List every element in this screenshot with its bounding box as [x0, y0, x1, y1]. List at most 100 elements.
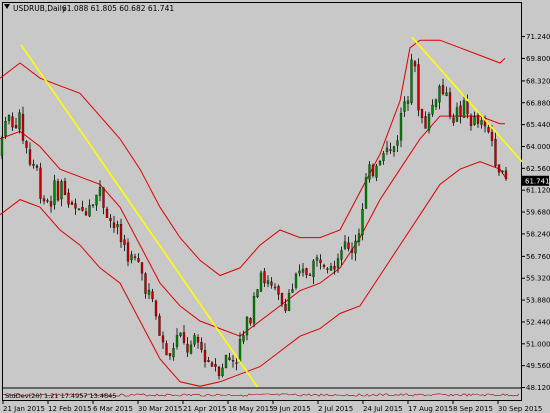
candle-body [494, 139, 497, 167]
candle-body [182, 332, 186, 343]
candle-body [406, 100, 410, 104]
candle-body [424, 116, 427, 129]
candle-body [63, 180, 67, 195]
candle-body [252, 296, 256, 324]
candle-body [144, 273, 147, 294]
x-tick-label: 8 Sep 2015 [453, 405, 493, 413]
candle-body [487, 127, 490, 133]
x-tick-label: 18 May 2015 [228, 405, 274, 413]
candle-body [396, 140, 399, 146]
candle-body [235, 362, 238, 364]
candle-body [210, 362, 214, 367]
candle-body [172, 348, 175, 358]
candle-body [4, 121, 7, 137]
candle-body [361, 209, 364, 235]
candle-body [413, 61, 417, 67]
candle-body [375, 165, 378, 178]
candle-body [116, 224, 119, 228]
candle-body [123, 239, 126, 245]
candle-body [287, 293, 291, 312]
candle-body [217, 366, 221, 377]
candle-body [84, 211, 88, 216]
candle-body [476, 115, 480, 124]
candle-body [60, 181, 63, 200]
candle-body [329, 266, 333, 271]
candle-body [399, 113, 403, 141]
candle-body [168, 353, 172, 356]
candle-body [445, 92, 448, 96]
candle-body [179, 332, 182, 336]
candle-body [98, 187, 102, 196]
candle-body [455, 107, 459, 122]
candle-body [77, 208, 81, 210]
candle-body [469, 115, 473, 127]
candle-body [53, 180, 56, 205]
candle-body [186, 343, 189, 353]
candle-body [203, 350, 207, 363]
y-tick-label: 64.000 [526, 143, 550, 151]
y-tick-label: 71.240 [526, 33, 550, 41]
y-tick-label: 62.560 [526, 165, 550, 173]
candle-body [452, 117, 455, 123]
candle-body [466, 101, 469, 115]
x-tick-label: 30 Mar 2015 [138, 405, 182, 413]
candle-body [368, 164, 371, 180]
candle-body [431, 104, 434, 115]
y-tick-label: 48.120 [526, 384, 550, 392]
candle-body [427, 114, 431, 131]
candle-body [350, 249, 354, 253]
candle-body [354, 240, 357, 254]
candle-body [119, 224, 123, 243]
y-tick-label: 59.680 [526, 209, 550, 217]
candle-body [270, 281, 273, 286]
candle-body [266, 280, 270, 284]
candle-body [385, 147, 389, 153]
candle-body [165, 343, 168, 356]
y-tick-label: 58.240 [526, 230, 550, 238]
candle-body [81, 207, 84, 211]
candle-body [371, 165, 375, 177]
candle-body [347, 242, 350, 249]
candle-body [130, 254, 133, 261]
candle-body [147, 289, 151, 295]
y-tick-label: 56.760 [526, 253, 550, 261]
candle-body [88, 205, 91, 217]
candle-body [196, 337, 200, 343]
candle-body [56, 181, 60, 201]
candle-body [11, 116, 14, 128]
y-tick-label: 68.320 [526, 77, 550, 85]
candle-body [459, 105, 462, 117]
candle-body [294, 273, 298, 288]
candle-body [448, 92, 452, 117]
x-tick-label: 24 Jul 2015 [363, 405, 403, 413]
candle-body [256, 289, 259, 298]
candle-body [277, 285, 280, 295]
candle-body [280, 293, 284, 305]
y-tick-label: 66.880 [526, 99, 550, 107]
candle-body [161, 335, 165, 343]
candle-body [112, 222, 116, 229]
x-tick-label: 2 Jul 2015 [318, 405, 353, 413]
y-tick-label: 51.000 [526, 340, 550, 348]
candle-body [42, 198, 46, 202]
candle-body [284, 304, 287, 311]
candle-body [490, 132, 494, 141]
candle-body [333, 265, 336, 270]
x-tick-label: 30 Sep 2015 [498, 405, 542, 413]
candle-body [224, 355, 228, 369]
candle-body [74, 203, 77, 209]
candle-body [70, 202, 74, 205]
candle-body [39, 167, 42, 199]
chart-header-ohlc: 61.088 61.805 60.682 61.741 [62, 4, 174, 13]
candle-body [357, 233, 361, 242]
candle-body [312, 260, 315, 277]
candle-body [193, 335, 196, 345]
candle-body [326, 268, 329, 270]
candle-body [175, 335, 179, 347]
candle-body [473, 116, 476, 125]
candle-body [28, 149, 32, 165]
candle-body [263, 271, 266, 284]
candle-body [200, 342, 203, 350]
candle-body [392, 146, 396, 152]
candle-body [340, 250, 343, 260]
